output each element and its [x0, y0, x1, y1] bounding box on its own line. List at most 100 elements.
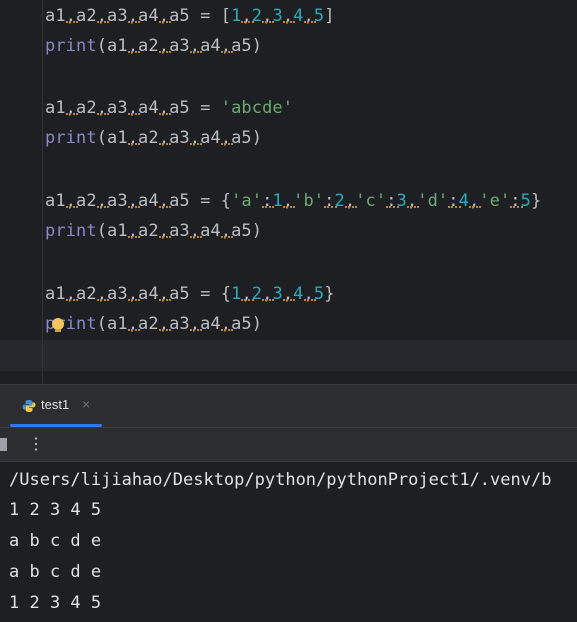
- code-editor[interactable]: a1,a2,a3,a4,a5 = [1,2,3,4,5] print(a1,a2,…: [0, 0, 577, 384]
- console-line: a b c d e: [9, 531, 102, 551]
- comma: ,: [468, 191, 480, 211]
- comma: ,: [158, 6, 170, 26]
- identifier: a1: [45, 284, 66, 304]
- identifier: a3: [107, 6, 128, 26]
- paren: (: [96, 128, 108, 148]
- paren: ): [251, 128, 263, 148]
- more-options-icon[interactable]: ⋮: [28, 434, 44, 454]
- close-icon[interactable]: ×: [82, 396, 90, 412]
- code-line[interactable]: a1,a2,a3,a4,a5 = {'a':1,'b':2,'c':3,'d':…: [45, 187, 541, 215]
- comma: ,: [262, 284, 273, 304]
- console-line: 1 2 3 4 5: [9, 500, 102, 520]
- identifier: a2: [138, 36, 159, 56]
- comma: ,: [96, 191, 108, 211]
- number-literal: 4: [293, 284, 304, 304]
- lightbulb-icon[interactable]: [52, 318, 64, 332]
- identifier: a2: [76, 98, 97, 118]
- number-literal: 1: [231, 6, 242, 26]
- stop-icon[interactable]: [0, 438, 7, 451]
- comma: ,: [220, 128, 232, 148]
- comma: ,: [65, 191, 77, 211]
- run-tab-bar: test1 ×: [0, 385, 577, 428]
- identifier: a3: [169, 36, 190, 56]
- comma: ,: [127, 221, 139, 241]
- comma: ,: [158, 191, 170, 211]
- identifier: a2: [138, 128, 159, 148]
- paren: ): [251, 314, 263, 334]
- dict-value: 3: [396, 191, 407, 211]
- identifier: a1: [107, 314, 128, 334]
- number-literal: 5: [313, 6, 325, 26]
- number-literal: 2: [251, 284, 263, 304]
- dict-key: 'c': [355, 191, 387, 211]
- identifier: a3: [169, 128, 190, 148]
- code-line[interactable]: print(a1,a2,a3,a4,a5): [45, 217, 262, 245]
- dict-value: 1: [272, 191, 283, 211]
- colon: :: [386, 191, 397, 211]
- dict-key: 'b': [293, 191, 325, 211]
- comma: ,: [158, 36, 170, 56]
- tab-label: test1: [41, 397, 70, 412]
- identifier: a5: [231, 128, 252, 148]
- code-line[interactable]: print(a1,a2,a3,a4,a5): [45, 124, 262, 152]
- dict-value: 5: [520, 191, 531, 211]
- comma: ,: [220, 36, 232, 56]
- identifier: a3: [169, 221, 190, 241]
- identifier: a4: [138, 6, 159, 26]
- comma: ,: [282, 284, 294, 304]
- bracket: {: [220, 284, 232, 304]
- comma: ,: [127, 191, 139, 211]
- colon: :: [262, 191, 273, 211]
- dict-key: 'a': [231, 191, 263, 211]
- identifier: a4: [138, 284, 159, 304]
- identifier: a2: [138, 221, 159, 241]
- identifier: a3: [169, 314, 190, 334]
- identifier: a1: [45, 191, 66, 211]
- tab-test1[interactable]: test1 ×: [10, 385, 102, 427]
- print-keyword: print: [45, 221, 97, 241]
- identifier: a5: [169, 284, 190, 304]
- bracket: ]: [324, 6, 335, 26]
- python-icon: [22, 400, 36, 412]
- code-line[interactable]: a1,a2,a3,a4,a5 = {1,2,3,4,5}: [45, 280, 335, 308]
- comma: ,: [189, 314, 201, 334]
- comma: ,: [158, 221, 170, 241]
- identifier: a4: [200, 36, 221, 56]
- string-literal: 'abcde': [220, 98, 294, 118]
- comma: ,: [127, 128, 139, 148]
- code-line[interactable]: a1,a2,a3,a4,a5 = 'abcde': [45, 94, 293, 122]
- identifier: a2: [76, 6, 97, 26]
- active-tab-indicator: [10, 424, 102, 427]
- brace: {: [220, 191, 232, 211]
- comma: ,: [189, 221, 201, 241]
- identifier: a5: [169, 98, 190, 118]
- console-output[interactable]: /Users/lijiahao/Desktop/python/pythonPro…: [0, 462, 577, 622]
- code-line[interactable]: print(a1,a2,a3,a4,a5): [45, 32, 262, 60]
- operator: =: [189, 6, 221, 26]
- dict-value: 4: [458, 191, 469, 211]
- console-line: 1 2 3 4 5: [9, 593, 102, 613]
- identifier: a4: [200, 128, 221, 148]
- comma: ,: [241, 6, 252, 26]
- identifier: a1: [107, 128, 128, 148]
- code-line[interactable]: a1,a2,a3,a4,a5 = [1,2,3,4,5]: [45, 2, 335, 30]
- comma: ,: [65, 284, 77, 304]
- colon: :: [324, 191, 335, 211]
- identifier: a5: [231, 314, 252, 334]
- comma: ,: [65, 98, 77, 118]
- comma: ,: [406, 191, 418, 211]
- dict-key: 'd': [417, 191, 449, 211]
- comma: ,: [96, 6, 108, 26]
- console-line: /Users/lijiahao/Desktop/python/pythonPro…: [9, 470, 552, 490]
- identifier: a3: [107, 98, 128, 118]
- comma: ,: [96, 284, 108, 304]
- colon: :: [510, 191, 521, 211]
- operator: =: [189, 284, 221, 304]
- paren: ): [251, 36, 263, 56]
- code-line[interactable]: print(a1,a2,a3,a4,a5): [45, 310, 262, 338]
- comma: ,: [303, 284, 314, 304]
- comma: ,: [189, 36, 201, 56]
- comma: ,: [241, 284, 252, 304]
- comma: ,: [303, 6, 314, 26]
- comma: ,: [127, 98, 139, 118]
